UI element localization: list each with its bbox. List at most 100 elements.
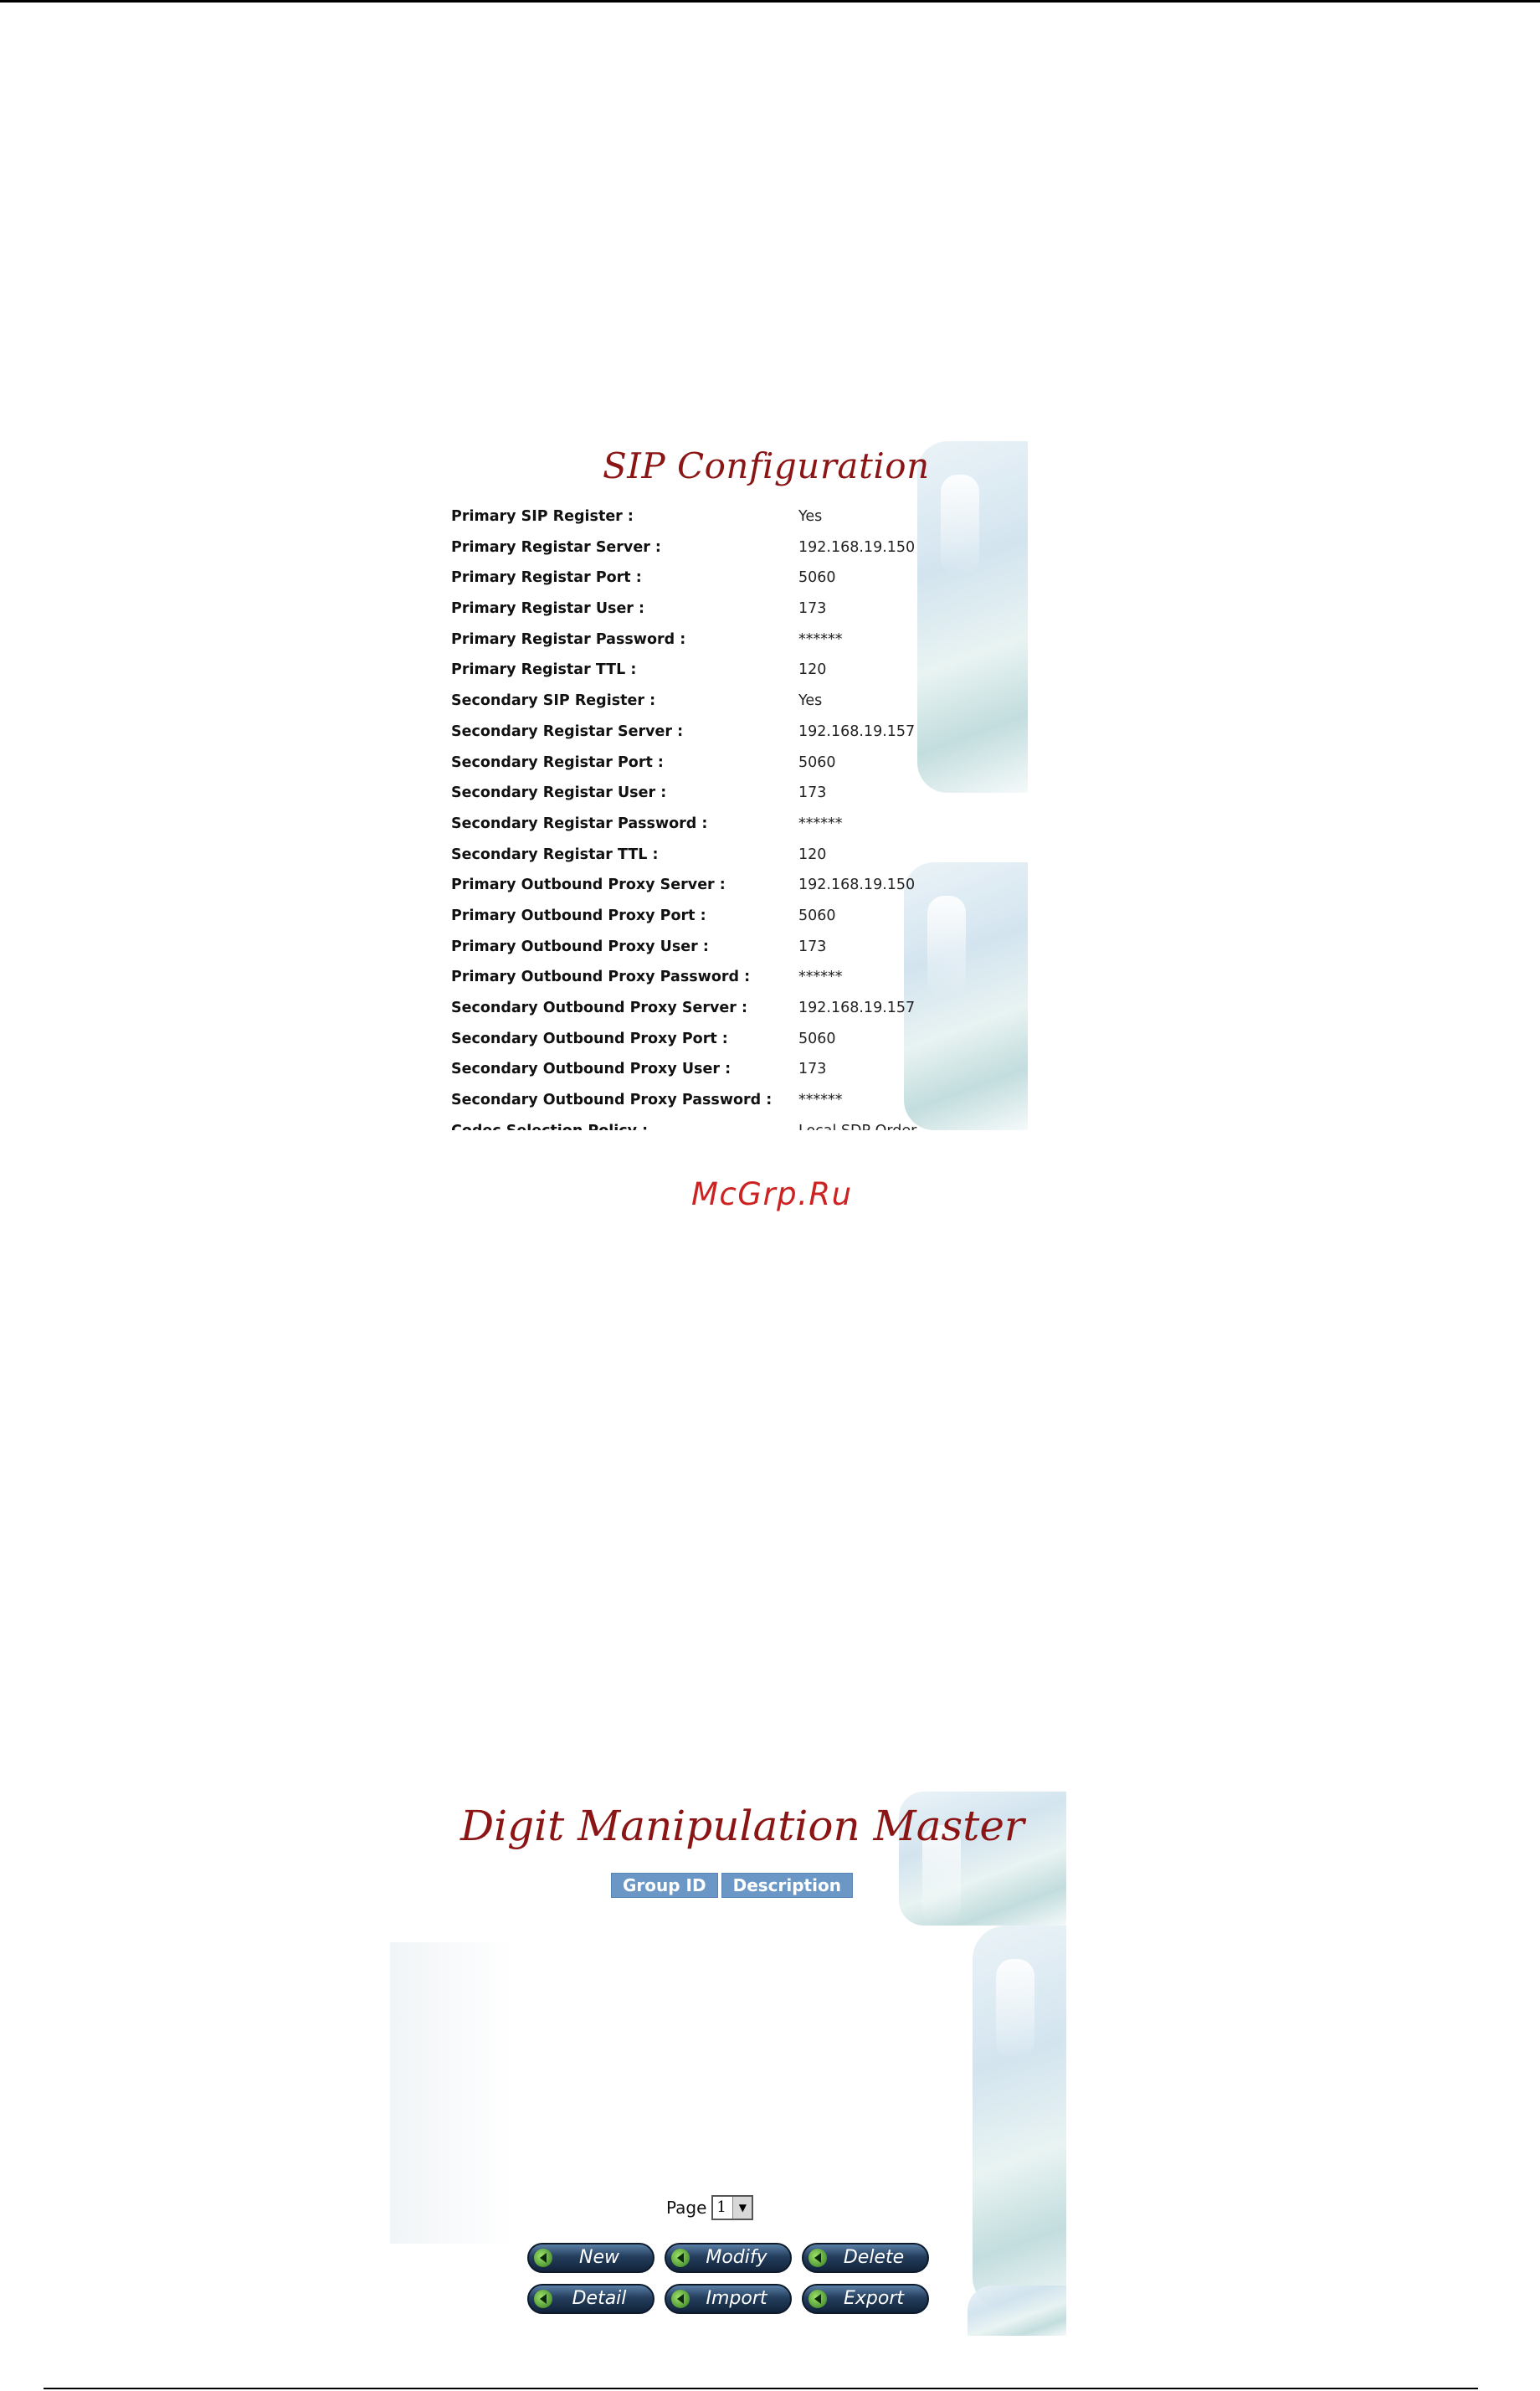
setting-label: Primary Registar TTL : <box>451 661 637 679</box>
delete-button[interactable]: Delete <box>802 2243 929 2273</box>
setting-value: ****** <box>798 815 843 832</box>
setting-value: 5060 <box>798 753 836 771</box>
decorative-glass-graphic <box>968 2286 1066 2336</box>
sip-settings-list: Primary SIP Register : Yes Primary Regist… <box>435 508 916 1130</box>
setting-row: Secondary Registar User : 173 <box>435 784 904 815</box>
setting-value: 192.168.19.150 <box>798 877 916 894</box>
setting-value: 120 <box>798 661 827 679</box>
setting-label: Primary Registar Server : <box>451 538 661 556</box>
setting-value: 5060 <box>798 569 836 587</box>
setting-row: Primary Registar User : 173 <box>435 600 904 631</box>
setting-label: Secondary Registar Port : <box>451 753 664 771</box>
modify-button[interactable]: Modify <box>665 2243 792 2273</box>
decorative-glass-graphic <box>904 862 1028 1130</box>
back-arrow-icon <box>534 2290 552 2308</box>
back-arrow-icon <box>534 2249 552 2267</box>
setting-value: 5060 <box>798 1030 836 1047</box>
action-buttons-row-1: New Modify Delete <box>527 2243 929 2273</box>
setting-value: ****** <box>798 1092 843 1109</box>
setting-row: Secondary Registar TTL : 120 <box>435 846 904 877</box>
setting-label: Secondary Registar TTL : <box>451 846 659 863</box>
setting-label: Secondary Outbound Proxy Password : <box>451 1092 773 1109</box>
sip-configuration-panel: SIP Configuration Primary SIP Register :… <box>435 441 1028 1130</box>
button-label: Import <box>706 2288 767 2309</box>
decorative-glass-graphic <box>973 1926 1066 2311</box>
column-header-description[interactable]: Description <box>721 1873 853 1898</box>
setting-label: Secondary Outbound Proxy User : <box>451 1061 732 1078</box>
bottom-rule <box>44 2388 1478 2389</box>
top-rule <box>0 0 1540 3</box>
setting-label: Primary SIP Register : <box>451 508 634 525</box>
page-label: Page <box>666 2198 707 2218</box>
setting-row: Secondary SIP Register : Yes <box>435 692 904 723</box>
back-arrow-icon <box>671 2290 690 2308</box>
table-header: Group ID Description <box>611 1873 853 1898</box>
setting-label: Primary Outbound Proxy Password : <box>451 969 751 986</box>
setting-label: Secondary Registar User : <box>451 784 667 802</box>
pagination: Page 1 ▼ <box>666 2193 754 2222</box>
button-label: New <box>579 2247 619 2268</box>
setting-row: Secondary Registar Password : ****** <box>435 815 904 846</box>
setting-row: Codec Selection Policy : Local SDP Order <box>435 1123 916 1130</box>
page-select[interactable]: 1 ▼ <box>711 2195 754 2220</box>
setting-row: Primary Registar Port : 5060 <box>435 569 904 600</box>
setting-value: 5060 <box>798 907 836 924</box>
sip-page-title: SIP Configuration <box>603 445 930 486</box>
digit-manipulation-panel: Digit Manipulation Master Group ID Descr… <box>390 1792 1066 2336</box>
setting-value: 192.168.19.157 <box>798 1000 916 1016</box>
setting-row: Primary Outbound Proxy Server : 192.168.1… <box>435 877 915 908</box>
setting-value: 173 <box>798 1061 827 1078</box>
chevron-down-icon[interactable]: ▼ <box>732 2197 752 2219</box>
button-label: Modify <box>706 2247 767 2268</box>
button-label: Detail <box>572 2288 627 2309</box>
watermark: McGrp.Ru <box>691 1176 853 1212</box>
back-arrow-icon <box>671 2249 690 2267</box>
setting-value: ****** <box>798 630 843 648</box>
detail-button[interactable]: Detail <box>527 2284 654 2314</box>
setting-label: Secondary Registar Password : <box>451 815 708 832</box>
setting-label: Secondary Registar Server : <box>451 722 684 740</box>
setting-value: Yes <box>798 508 823 525</box>
setting-row: Primary Registar Password : ****** <box>435 631 904 662</box>
setting-label: Secondary Outbound Proxy Port : <box>451 1030 728 1047</box>
back-arrow-icon <box>808 2290 827 2308</box>
setting-row: Primary Outbound Proxy Password : ****** <box>435 969 904 1000</box>
setting-row: Secondary Outbound Proxy User : 173 <box>435 1061 904 1092</box>
button-label: Export <box>843 2288 904 2309</box>
setting-label: Primary Registar Password : <box>451 630 686 648</box>
setting-value: Yes <box>798 692 823 710</box>
setting-label: Secondary Outbound Proxy Server : <box>451 1000 747 1016</box>
setting-label: Secondary SIP Register : <box>451 692 656 710</box>
setting-label: Primary Registar User : <box>451 600 645 618</box>
setting-row: Secondary Outbound Proxy Port : 5060 <box>435 1031 904 1062</box>
setting-row: Secondary Outbound Proxy Server : 192.168… <box>435 1000 915 1031</box>
export-button[interactable]: Export <box>802 2284 929 2314</box>
setting-label: Codec Selection Policy : <box>451 1123 648 1130</box>
action-buttons-row-2: Detail Import Export <box>527 2284 929 2314</box>
setting-row: Secondary Registar Server : 192.168.19.15… <box>435 722 915 754</box>
setting-label: Primary Outbound Proxy Port : <box>451 907 706 924</box>
setting-label: Primary Registar Port : <box>451 569 642 587</box>
setting-value: 173 <box>798 784 827 802</box>
setting-value: Local SDP Order <box>798 1123 916 1130</box>
page-select-value: 1 <box>716 2198 726 2216</box>
setting-row: Secondary Outbound Proxy Password : *****… <box>435 1092 904 1123</box>
button-label: Delete <box>843 2247 905 2268</box>
setting-value: 120 <box>798 846 827 863</box>
setting-row: Primary Outbound Proxy Port : 5060 <box>435 908 904 938</box>
decorative-glass-graphic <box>917 441 1028 793</box>
new-button[interactable]: New <box>527 2243 654 2273</box>
setting-row: Primary Registar TTL : 120 <box>435 661 904 692</box>
setting-row: Secondary Registar Port : 5060 <box>435 754 904 785</box>
digit-page-title: Digit Manipulation Master <box>460 1802 1024 1850</box>
setting-value: 192.168.19.150 <box>798 538 916 556</box>
background-fade <box>390 1942 516 2244</box>
setting-row: Primary Registar Server : 192.168.19.150 <box>435 538 915 570</box>
setting-row: Primary SIP Register : Yes <box>435 508 904 539</box>
setting-value: 192.168.19.157 <box>798 722 916 740</box>
column-header-group-id[interactable]: Group ID <box>611 1873 718 1898</box>
import-button[interactable]: Import <box>665 2284 792 2314</box>
setting-value: 173 <box>798 938 827 955</box>
setting-label: Primary Outbound Proxy User : <box>451 938 709 955</box>
back-arrow-icon <box>808 2249 827 2267</box>
